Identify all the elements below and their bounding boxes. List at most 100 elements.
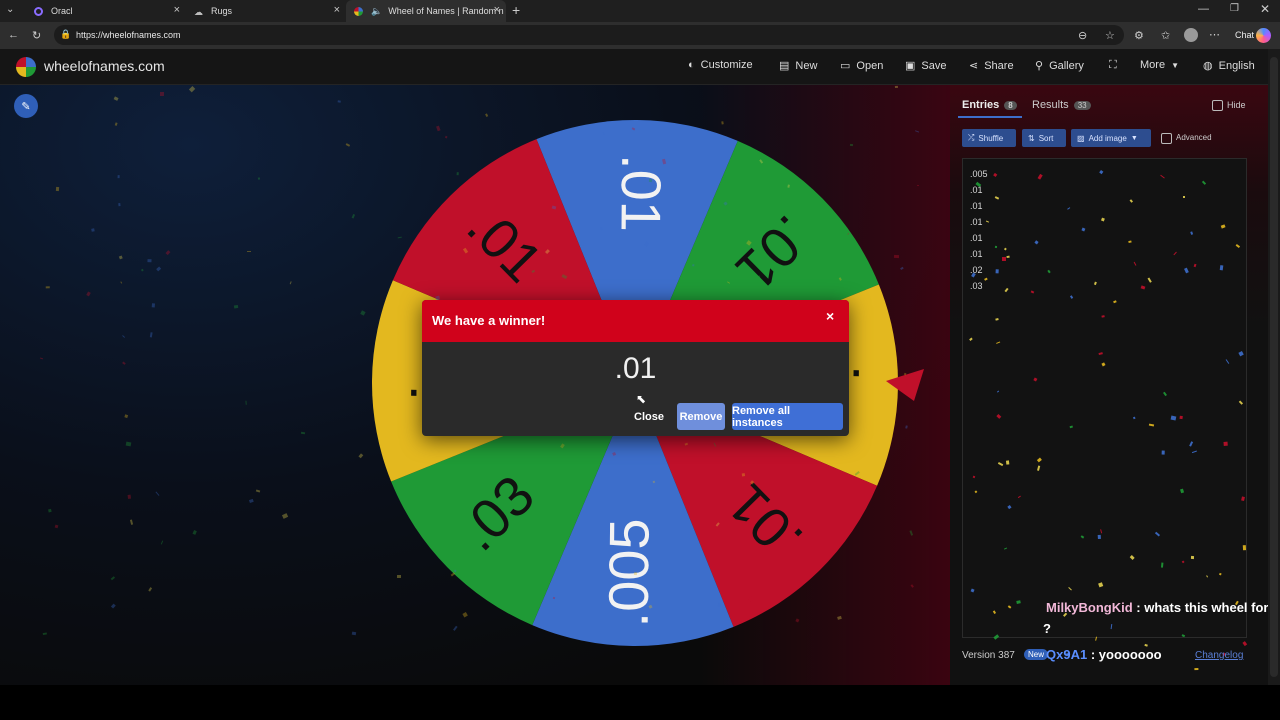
close-window-icon[interactable]: ✕	[1260, 2, 1270, 16]
entry-line: .01	[970, 249, 983, 259]
scrollbar-thumb[interactable]	[1270, 57, 1278, 677]
winner-value: .01	[614, 352, 657, 385]
tab-title: Rugs	[211, 6, 233, 16]
hide-label: Hide	[1227, 100, 1246, 110]
gallery-menu[interactable]: ⚲ Gallery	[1035, 59, 1084, 73]
favorite-star-icon[interactable]: ☆	[1105, 29, 1115, 42]
button-label: Add image	[1088, 133, 1127, 143]
entry-line: .005	[970, 169, 988, 179]
tab-title: Oracl	[51, 6, 73, 16]
more-options-icon[interactable]: ⋯	[1209, 28, 1220, 41]
bottom-bar	[0, 685, 1280, 720]
tab-rugs[interactable]: ☁ Rugs ×	[186, 0, 346, 22]
site-info-icon[interactable]: 🔒	[60, 29, 71, 40]
chevron-down-icon: ▼	[1130, 134, 1138, 142]
entry-line: .03	[970, 281, 983, 291]
entry-line: .01	[970, 233, 983, 243]
minimize-icon[interactable]: —	[1198, 3, 1209, 15]
tab-entries[interactable]: Entries 8	[962, 99, 1017, 111]
logo-text[interactable]: wheelofnames.com	[44, 58, 165, 74]
dialog-title: We have a winner!	[432, 313, 546, 328]
tab-label: Entries	[962, 99, 1000, 111]
sort-button[interactable]: ⇅ Sort	[1022, 129, 1066, 147]
menu-label: Save	[921, 59, 947, 72]
more-menu[interactable]: More ▼	[1140, 59, 1179, 71]
sort-icon: ⇅	[1028, 133, 1035, 143]
extensions-icon[interactable]: ⚙	[1134, 29, 1144, 42]
entries-count-badge: 8	[1004, 100, 1017, 110]
tab-results[interactable]: Results 33	[1032, 99, 1091, 111]
chat-message: MilkyBongKid : whats this wheel for	[1046, 600, 1268, 615]
edit-pencil-icon[interactable]: ✎	[14, 94, 38, 118]
menu-label: English	[1218, 59, 1255, 72]
tab-label: Results	[1032, 99, 1069, 111]
page-scrollbar[interactable]	[1268, 49, 1280, 685]
menu-label: Open	[856, 59, 884, 72]
tab-list-icon[interactable]: ⌄	[6, 4, 14, 15]
advanced-checkbox[interactable]	[1161, 133, 1172, 144]
tab-wheel-of-names[interactable]: 🔈 Wheel of Names | Random n ×	[346, 0, 506, 22]
collections-icon[interactable]: ✩	[1161, 29, 1170, 42]
entry-line: .02	[970, 265, 983, 275]
profile-avatar[interactable]	[1184, 28, 1198, 42]
close-tab-icon[interactable]: ×	[494, 4, 500, 16]
remove-button[interactable]: Remove	[677, 403, 725, 430]
hide-checkbox[interactable]	[1212, 100, 1223, 111]
save-menu[interactable]: ▣ Save	[905, 59, 947, 73]
remove-all-button[interactable]: Remove all instances	[732, 403, 843, 430]
copilot-icon[interactable]	[1256, 28, 1271, 43]
menu-label: More	[1140, 59, 1166, 71]
share-icon: ⋖	[969, 60, 979, 72]
button-label: Shuffle	[978, 133, 1004, 143]
mouse-cursor-icon: ⬉	[636, 392, 647, 406]
chat-text-continued: ?	[1043, 621, 1051, 636]
chat-message: Qx9A1 : yooooooo	[1046, 647, 1162, 662]
chat-button[interactable]: Chat	[1235, 30, 1254, 40]
wheel-pointer-icon	[886, 369, 924, 401]
url-field[interactable]	[54, 25, 1124, 45]
reader-icon[interactable]: ⊖	[1078, 29, 1087, 42]
chat-username: Qx9A1	[1046, 647, 1088, 662]
wheel-favicon-icon	[354, 6, 363, 16]
open-menu[interactable]: ▭ Open	[840, 59, 884, 73]
speaker-icon[interactable]: 🔈	[371, 6, 382, 17]
close-tab-icon[interactable]: ×	[334, 4, 340, 16]
customize-menu[interactable]: ◐ Customize	[688, 59, 753, 71]
language-menu[interactable]: ◍ English	[1203, 59, 1255, 73]
chat-username: MilkyBongKid	[1046, 600, 1133, 615]
share-menu[interactable]: ⋖ Share	[969, 59, 1014, 73]
entry-line: .01	[970, 185, 983, 195]
logo-icon[interactable]	[16, 57, 36, 77]
cloud-icon: ☁	[194, 6, 203, 17]
version-label: Version 387	[962, 650, 1015, 661]
add-image-button[interactable]: ▨ Add image ▼	[1071, 129, 1151, 147]
tab-oracl[interactable]: Oracl ×	[26, 0, 186, 22]
restore-icon[interactable]: ❐	[1230, 3, 1239, 14]
fullscreen-button[interactable]: ⛶	[1109, 59, 1117, 72]
url-text: https://wheelofnames.com	[76, 30, 181, 40]
oracl-favicon-icon	[34, 6, 43, 16]
menu-label: Gallery	[1049, 59, 1084, 72]
close-icon[interactable]: ×	[826, 308, 834, 324]
save-icon: ▣	[905, 60, 916, 72]
search-icon: ⚲	[1035, 60, 1044, 72]
tab-indicator	[958, 116, 1022, 118]
reload-icon[interactable]: ↻	[32, 29, 41, 42]
close-button[interactable]: Close	[629, 403, 669, 430]
image-icon: ▨	[1077, 133, 1085, 143]
entries-textarea[interactable]	[962, 158, 1247, 638]
menu-label: Customize	[700, 59, 753, 71]
new-tab-icon[interactable]: +	[512, 2, 520, 18]
new-badge: New	[1024, 649, 1049, 660]
new-menu[interactable]: ▤ New	[779, 59, 817, 73]
results-count-badge: 33	[1073, 100, 1091, 110]
changelog-link[interactable]: Changelog	[1195, 650, 1243, 661]
chat-text: : whats this wheel for	[1136, 600, 1269, 615]
browser-tab-bar: ⌄ Oracl × ☁ Rugs × 🔈 Wheel of Names | Ra…	[0, 0, 1280, 22]
entry-line: .01	[970, 217, 983, 227]
close-tab-icon[interactable]: ×	[174, 4, 180, 16]
chat-text: : yooooooo	[1090, 647, 1162, 662]
back-icon[interactable]: ←	[8, 29, 19, 41]
shuffle-button[interactable]: ⤮ Shuffle	[962, 129, 1016, 147]
shuffle-icon: ⤮	[968, 133, 975, 142]
